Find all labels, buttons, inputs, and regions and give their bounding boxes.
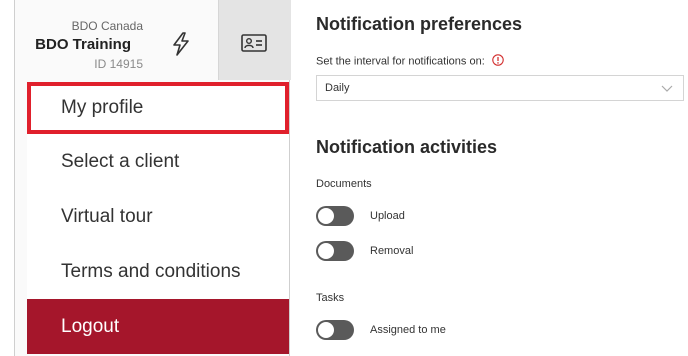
interval-label: Set the interval for notifications on:: [316, 55, 485, 68]
menu-item-label: My profile: [61, 97, 144, 118]
chevron-down-icon: [661, 85, 673, 92]
account-company: BDO Canada: [71, 19, 143, 33]
removal-toggle[interactable]: [316, 241, 354, 261]
section-documents-label: Documents: [316, 178, 372, 190]
toggle-label: Assigned to me: [370, 324, 446, 336]
toggle-knob: [318, 322, 334, 338]
upload-toggle[interactable]: [316, 206, 354, 226]
account-dropdown-panel: BDO Canada BDO Training ID 14915 My prof…: [14, 0, 291, 356]
logout-button[interactable]: Logout: [27, 299, 289, 354]
menu-item-terms[interactable]: Terms and conditions: [27, 244, 289, 299]
account-menu: My profile Select a client Virtual tour …: [27, 82, 289, 354]
menu-item-label: Virtual tour: [61, 205, 153, 227]
account-id: ID 14915: [94, 57, 143, 71]
toggle-knob: [318, 208, 334, 224]
toggle-label: Upload: [370, 210, 405, 222]
menu-item-virtual-tour[interactable]: Virtual tour: [27, 189, 289, 244]
menu-item-label: Select a client: [61, 150, 180, 172]
section-tasks-label: Tasks: [316, 292, 345, 304]
id-card-icon: [241, 34, 267, 52]
notification-activities-title: Notification activities: [316, 137, 498, 157]
menu-item-select-client[interactable]: Select a client: [27, 134, 289, 189]
interval-label-row: Set the interval for notifications on:: [316, 54, 504, 69]
toggle-row-assigned: Assigned to me: [316, 319, 446, 341]
assigned-to-me-toggle[interactable]: [316, 320, 354, 340]
interval-select-value: Daily: [325, 82, 350, 94]
toggle-knob: [318, 243, 334, 259]
logout-label: Logout: [61, 315, 120, 337]
toggle-label: Removal: [370, 245, 414, 257]
info-circle-icon[interactable]: [492, 54, 504, 69]
menu-item-label: Terms and conditions: [61, 260, 241, 282]
toggle-row-upload: Upload: [316, 205, 405, 227]
account-name: BDO Training: [35, 36, 131, 53]
notification-preferences-title: Notification preferences: [316, 14, 523, 34]
toggle-row-removal: Removal: [316, 240, 413, 262]
lightning-bolt-icon[interactable]: [167, 30, 195, 58]
interval-select[interactable]: Daily: [316, 75, 684, 101]
profile-card-button[interactable]: [218, 0, 291, 80]
menu-item-my-profile[interactable]: My profile: [27, 82, 289, 134]
